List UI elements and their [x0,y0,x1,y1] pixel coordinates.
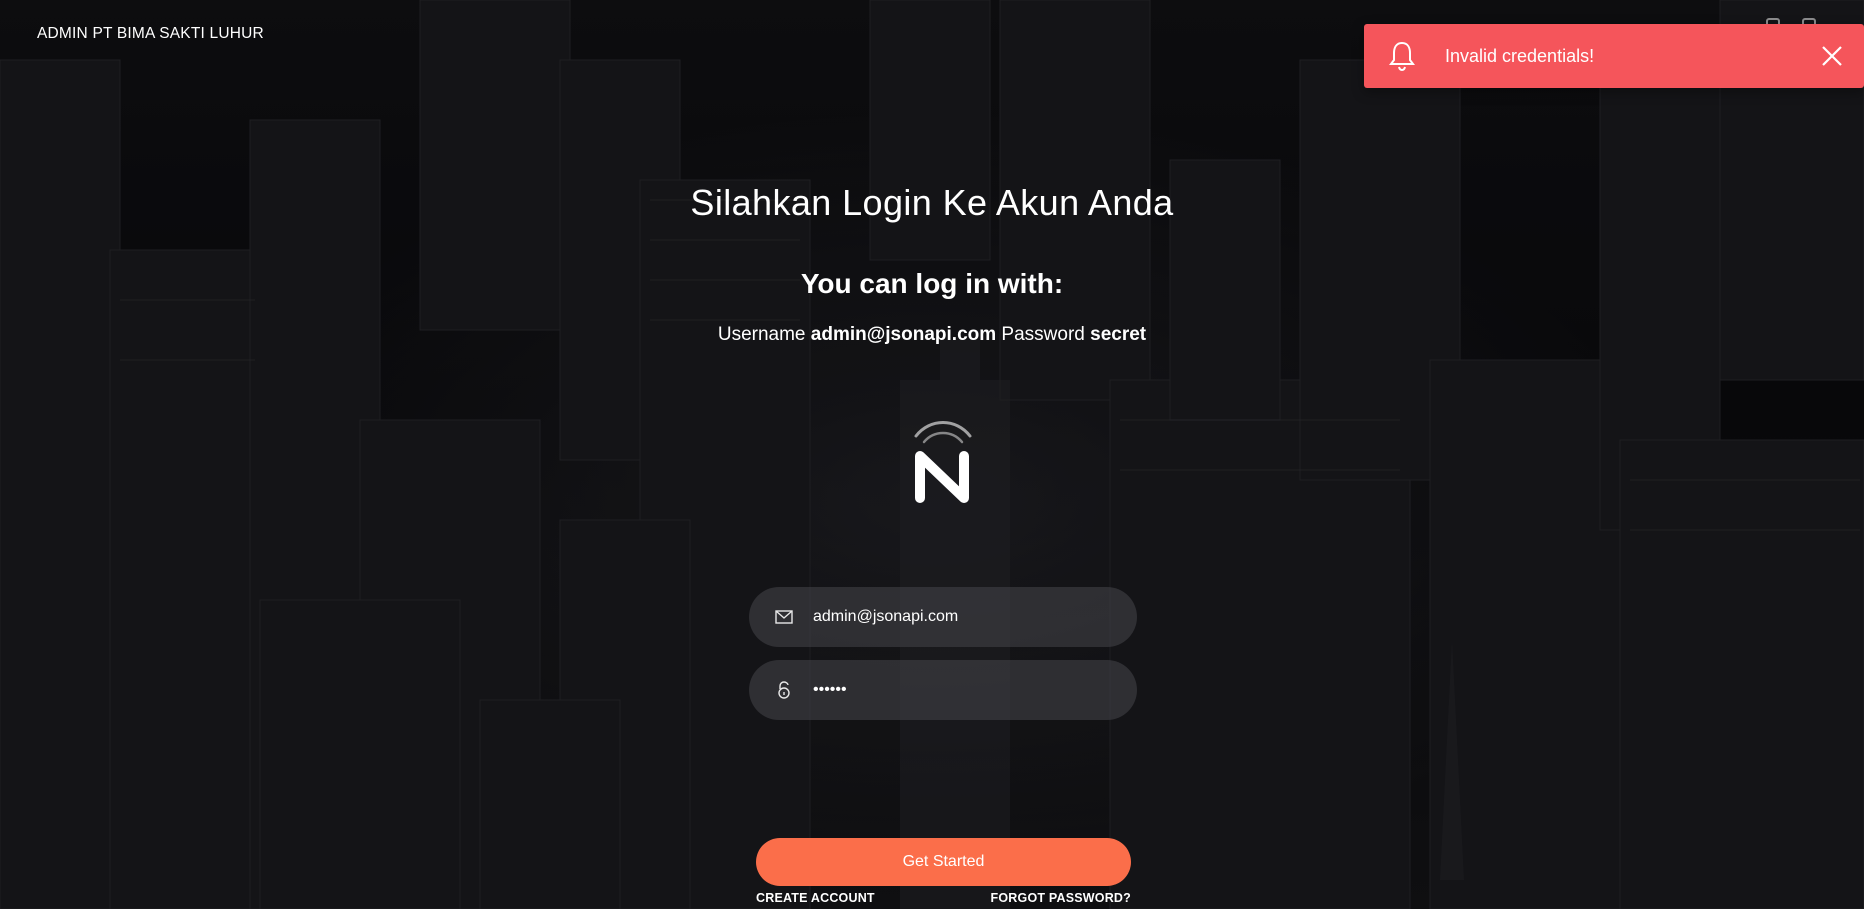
login-page: ADMIN PT BIMA SAKTI LUHUR Invalid creden… [0,0,1864,909]
login-subtitle: You can log in with: [800,268,1064,299]
email-input[interactable] [813,608,1113,626]
get-started-button[interactable]: Get Started [756,838,1131,886]
logo-icon [910,408,976,504]
envelope-icon [773,606,795,628]
create-account-link[interactable]: CREATE ACCOUNT [756,891,875,905]
credentials-hint: Username admin@jsonapi.com Password secr… [0,324,1864,346]
unlock-icon [773,679,795,701]
bell-icon [1384,38,1420,74]
auth-links: CREATE ACCOUNT FORGOT PASSWORD? [756,891,1131,905]
brand-name: ADMIN PT BIMA SAKTI LUHUR [37,25,264,42]
email-field[interactable] [749,587,1137,647]
close-icon[interactable] [1818,42,1846,70]
password-value: secret [1090,324,1147,345]
toast-message: Invalid credentials! [1445,45,1595,66]
forgot-password-link[interactable]: FORGOT PASSWORD? [991,891,1131,905]
username-value: admin@jsonapi.com [810,324,997,345]
username-label: Username [717,324,806,345]
password-label: Password [1001,324,1085,345]
password-field[interactable] [749,660,1137,720]
error-toast: Invalid credentials! [1364,24,1864,88]
password-input[interactable] [813,681,1113,699]
page-title: Silahkan Login Ke Akun Anda [690,182,1174,223]
